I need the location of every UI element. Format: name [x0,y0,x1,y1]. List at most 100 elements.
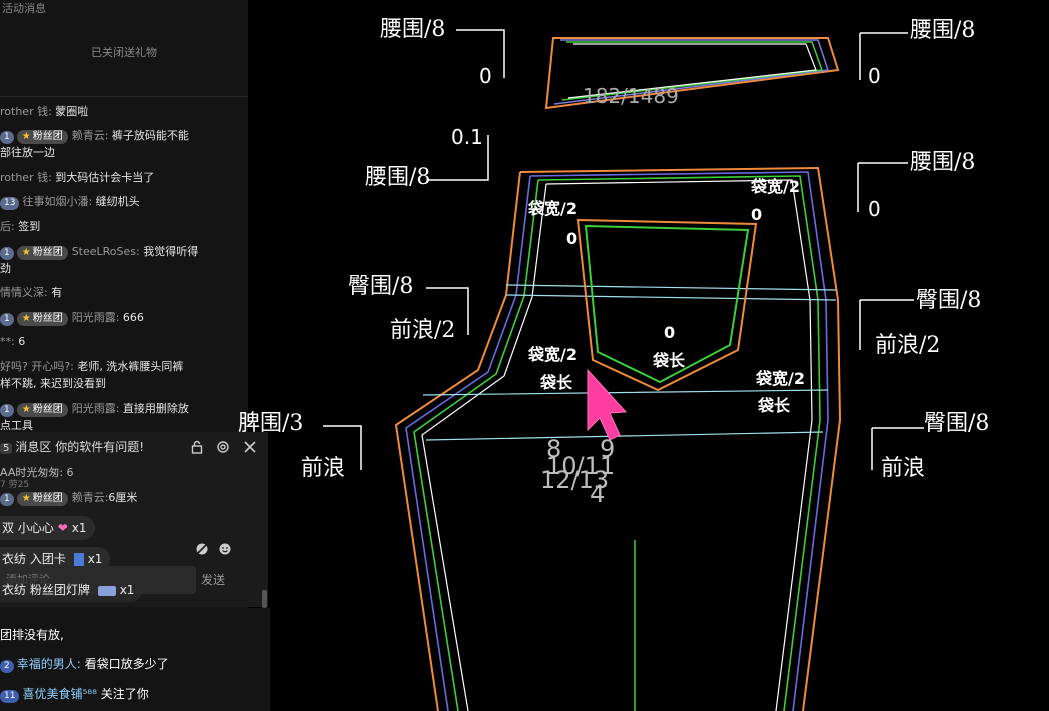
chat-message: 团排没有放, [0,628,64,642]
message-text: 样不跳, 来迟到没看到 [0,377,106,390]
chat-message: 2 幸福的男人: 看袋口放多少了 [0,655,169,673]
label-hip-right: 臀围/8 [916,288,982,313]
chat-message: 样不跳, 来迟到没看到 [0,376,106,392]
message-text: 部往放一边 [0,146,55,159]
emoji-icon[interactable] [218,542,232,556]
chat-message: rother 钱: 蒙圈啦 [0,104,88,120]
gift-item: 粉丝团灯牌 [29,583,90,597]
mute-icon[interactable] [195,542,209,556]
gift-disabled-notice: 已关闭送礼物 [91,46,157,59]
trouser-front-piece [394,166,842,711]
username: 赖青云: [71,491,109,504]
message-text: 缝纫机头 [95,195,140,208]
username: 后: [0,220,15,233]
send-button[interactable]: 发送 [190,566,236,594]
fan-badge: ★ 粉丝团 [16,492,68,506]
chat-message: 劲 [0,261,11,277]
level-badge: 1 [0,247,14,260]
star-icon: ★ [21,247,31,258]
chat-message: 部往放一边 [0,145,55,161]
username: rother 钱: [0,105,52,118]
cursor-arrow [587,368,628,441]
gift-item: 小心心 [17,521,54,535]
username: 阳光雨露: [71,402,120,415]
chat-message: 1 ★ 粉丝团 阳光雨露: 直接用删除放 [0,401,189,417]
message-text: 蒙圈啦 [55,105,89,118]
gift-count: x1 [71,521,87,535]
message-area-header: 5 消息区 你的软件有问题! [0,438,144,458]
message-count: 5 [0,443,13,454]
label-pocket-width-right-zero: 0 [751,205,763,224]
star-icon: ★ [21,131,31,142]
label-pocket-length-left: 袋长 [540,373,573,392]
label-waistband-left-zero: 0 [479,64,492,88]
username: 情情义深: [0,286,48,299]
username: 幸福的男人: [16,657,81,671]
message-area-title: 消息区 [15,440,52,454]
label-pocket-width-r2: 袋宽/2 [756,369,805,388]
message-text: 6厘米 [108,491,138,504]
gift-user: 衣纺 [2,552,27,566]
username: **: [0,335,15,348]
label-pocket-length-mid: 袋长 [653,351,686,370]
username: 好吗? 开心吗?: [0,360,74,373]
level-badge: 11 [0,690,20,703]
username: 赖青云: [71,129,109,142]
username: rother 钱: [0,171,52,184]
cad-canvas[interactable]: 腰围/8 0 腰围/8 0 182/1489 0.1 腰围/8 腰围/8 0 袋… [238,0,1049,711]
star-icon: ★ [21,313,31,324]
message-text: 我觉得听得 [143,245,199,258]
gift-notice-lightboard: 衣纺 粉丝团灯牌 x1 [0,578,143,602]
level-badge: 1 [0,493,14,506]
message-text: 关注了你 [100,687,149,701]
message-text: 签到 [18,220,41,233]
level-badge: 13 [0,197,20,210]
settings-icon[interactable] [216,440,230,454]
panel-fan-message: 1 ★ 粉丝团 赖青云:6厘米 [0,490,137,506]
level-badge: 2 [0,660,14,673]
message-text: 看袋口放多少了 [84,657,169,671]
label-hip-left: 臀围/8 [348,274,414,299]
label-pocket-length-r2: 袋长 [758,396,791,415]
bottom-chat: 团排没有放, 2 幸福的男人: 看袋口放多少了 11 喜优美食铺⁵⁸⁸ 关注了你 [0,608,270,711]
label-pocket-width-right: 袋宽/2 [751,177,800,196]
divider [0,96,248,97]
size-number-e: 4 [590,480,606,508]
gift-count: x1 [87,552,103,566]
lock-icon[interactable] [190,440,204,454]
level-badge: 1 [0,404,14,417]
chat-message: 后: 签到 [0,219,40,235]
label-rise-right-2: 前浪 [881,456,926,481]
label-waist-left: 腰围/8 [365,165,431,190]
fan-badge: ★ 粉丝团 [16,403,68,417]
chat-message: 1 ★ 粉丝团 赖青云: 裤子放码能不能 [0,128,189,144]
label-waist-right-zero: 0 [868,197,881,221]
label-waistband-right: 腰围/8 [910,18,976,43]
size-number-c: 9 [600,435,616,463]
fan-badge: ★ 粉丝团 [16,312,68,326]
chat-message: 1 ★ 粉丝团 阳光雨露: 666 [0,310,144,326]
gift-notice-heart: 双 小心心 ❤ x1 [0,516,95,540]
lightboard-icon [97,585,116,596]
label-point-one: 0.1 [451,125,483,149]
label-pocket-width-left: 袋宽/2 [528,199,577,218]
message-text: 有 [51,286,63,299]
chat-message: **: 6 [0,334,25,350]
gift-user: 衣纺 [2,583,27,597]
card-icon [73,552,84,567]
message-text: 老师, 洗水裤腰头同裤 [77,360,184,373]
label-rise-left: 前浪/2 [390,318,456,343]
star-icon: ★ [21,404,31,415]
message-text: 666 [122,311,144,324]
message-text: 直接用删除放 [122,402,189,415]
chat-message: 11 喜优美食铺⁵⁸⁸ 关注了你 [0,685,149,703]
username: SteeLRoSes: [71,245,140,258]
level-badge: 1 [0,313,14,326]
username: 喜优美食铺⁵⁸⁸ [22,687,97,701]
label-pocket-width-left-zero: 0 [566,229,578,248]
fan-badge: ★ 粉丝团 [16,246,68,260]
label-hip-right-2: 臀围/8 [924,411,990,436]
label-waist-right: 腰围/8 [910,150,976,175]
waistband-code: 182/1489 [583,84,679,108]
message-text: 到大码估计会卡当了 [55,171,155,184]
